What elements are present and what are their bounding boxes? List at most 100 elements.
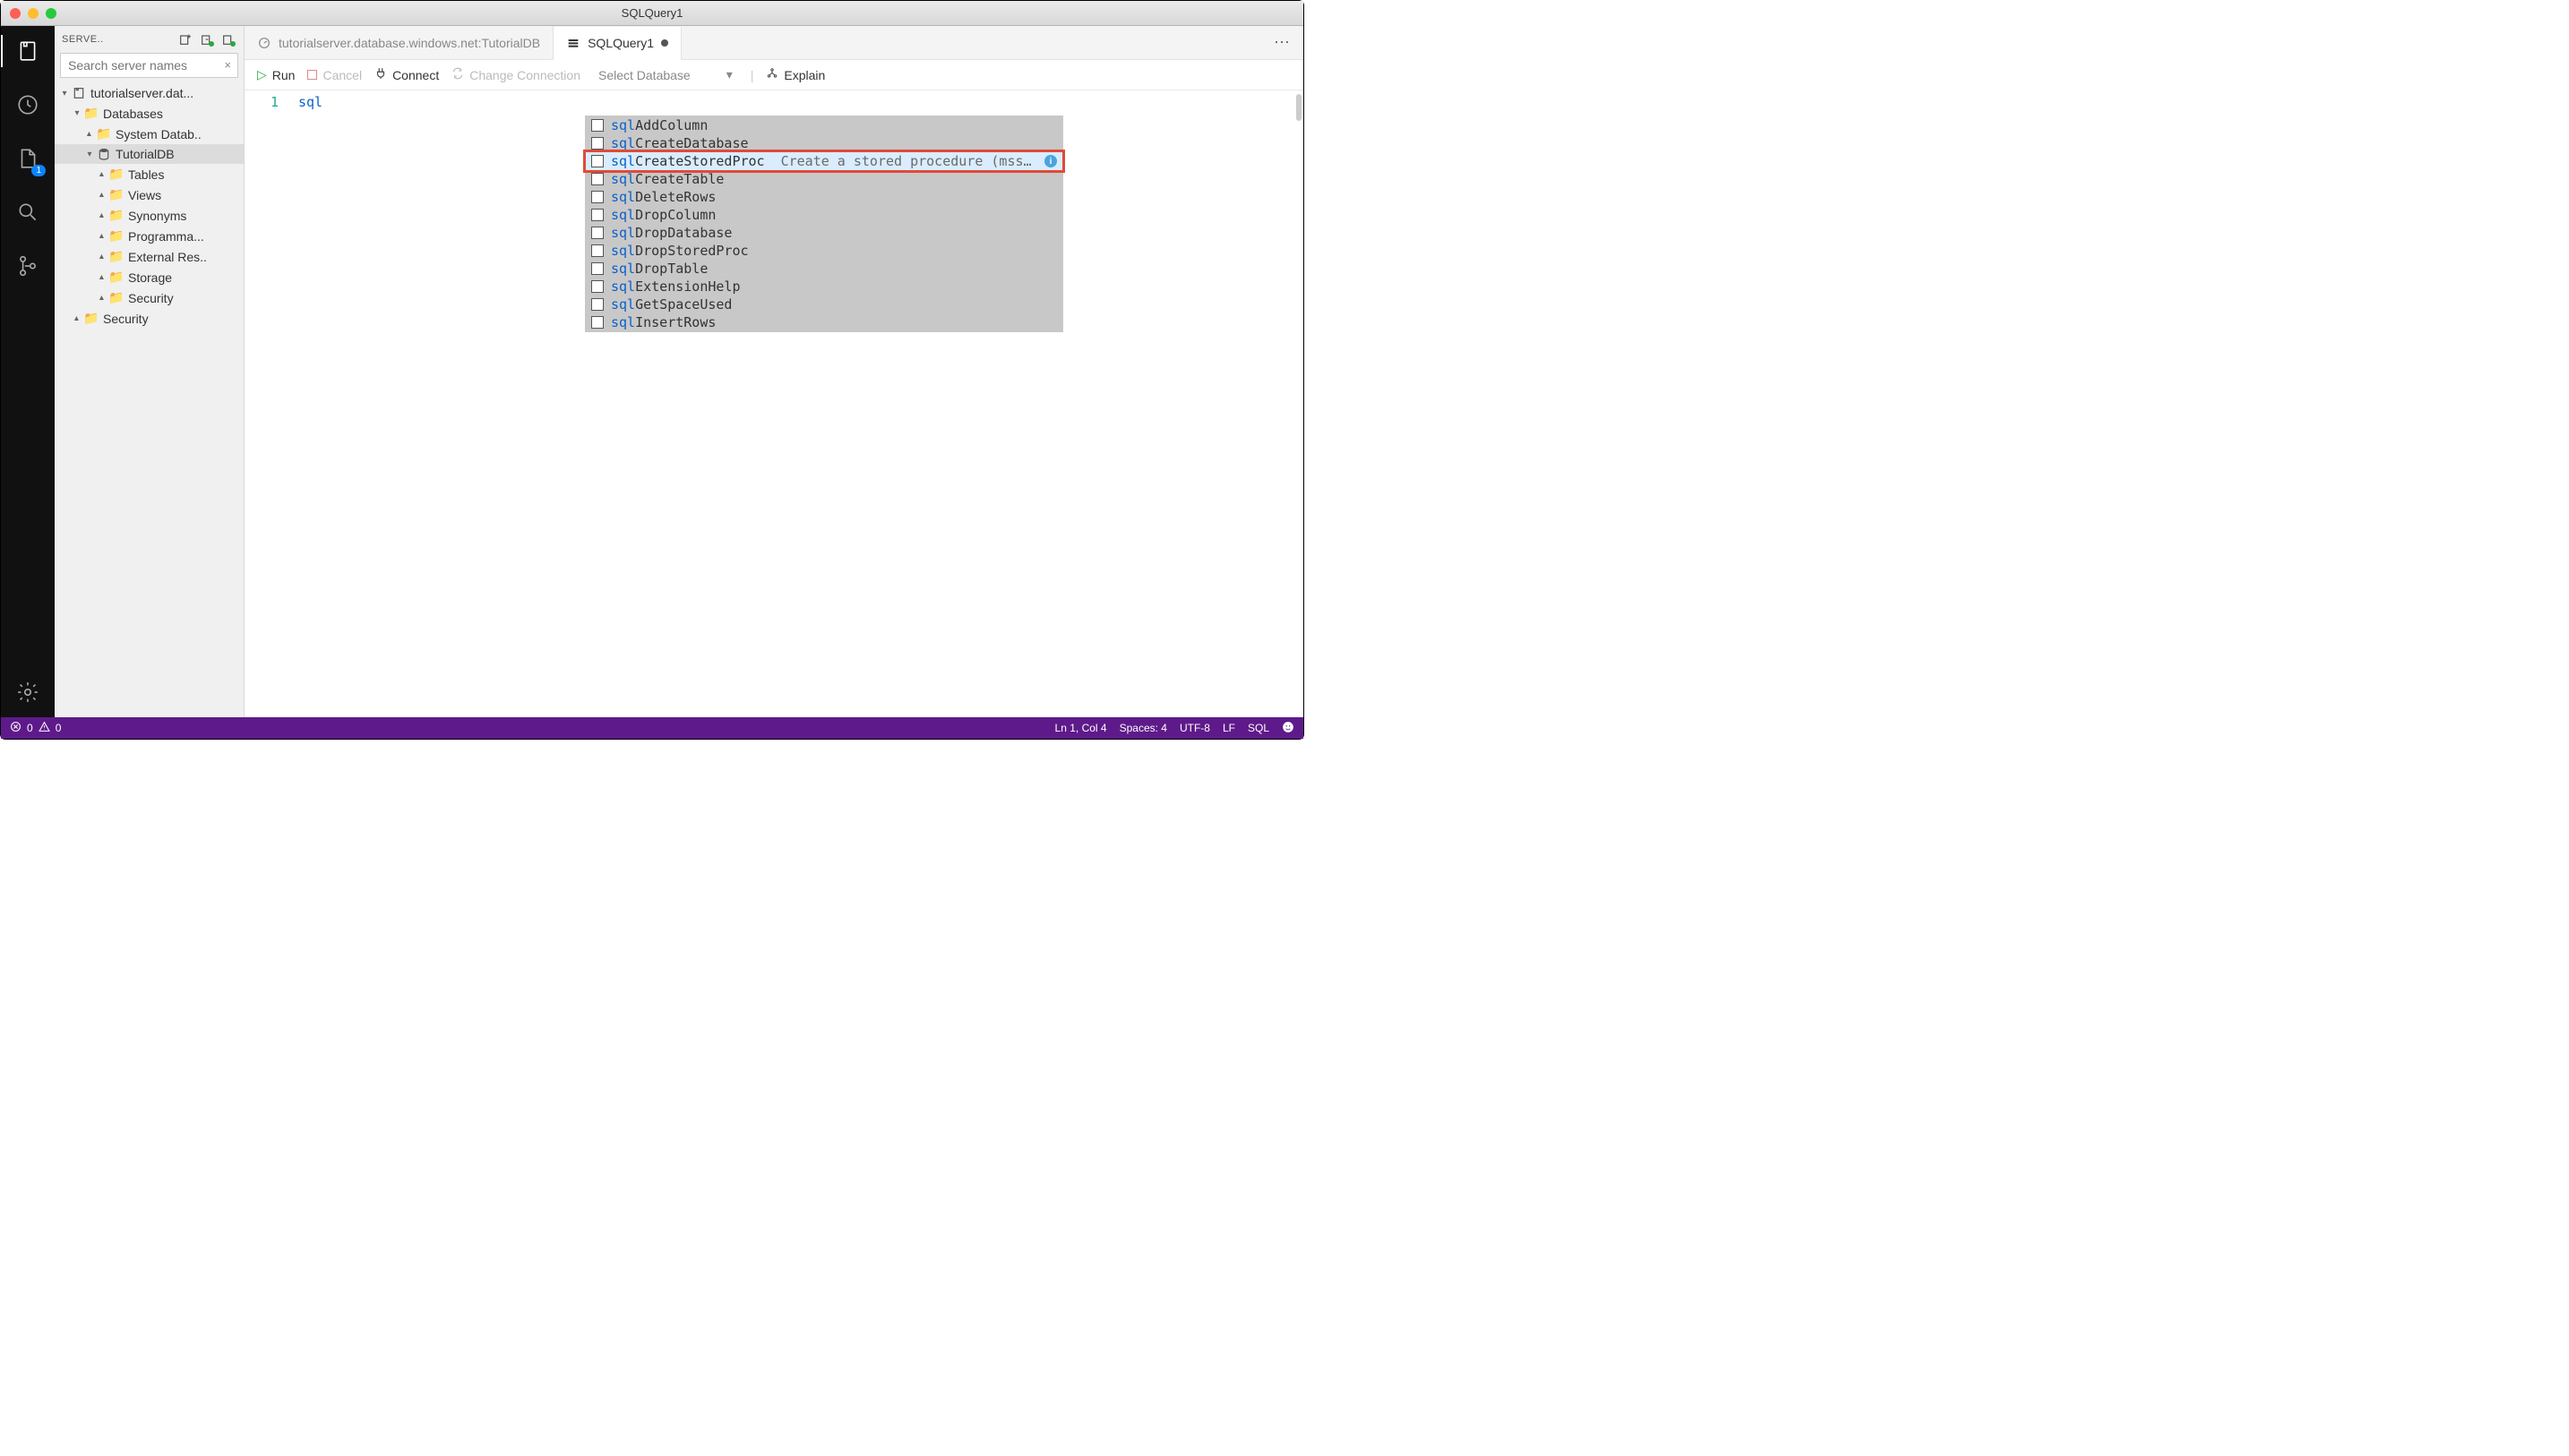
- sidebar-header: SERVE..: [55, 26, 244, 53]
- code-editor[interactable]: 1 sql sqlAddColumnsqlCreateDatabasesqlCr…: [245, 90, 1303, 717]
- status-feedback-icon[interactable]: [1282, 721, 1294, 736]
- snippet-icon: [591, 280, 604, 293]
- tree-external-resources-node[interactable]: ▸ 📁 External Res..: [55, 246, 244, 267]
- info-icon[interactable]: i: [1044, 155, 1057, 167]
- tree-server-security-node[interactable]: ▸ 📁 Security: [55, 308, 244, 329]
- snippet-icon: [591, 155, 604, 167]
- activity-history[interactable]: [12, 89, 44, 121]
- minimap-scrollbar[interactable]: [1296, 94, 1302, 121]
- suggestion-item[interactable]: sqlExtensionHelp: [586, 278, 1062, 295]
- suggestion-item[interactable]: sqlCreateTable: [586, 170, 1062, 188]
- snippet-icon: [591, 244, 604, 257]
- snippet-icon: [591, 227, 604, 239]
- new-server-group-icon[interactable]: [199, 31, 215, 47]
- status-indent[interactable]: Spaces: 4: [1120, 722, 1167, 734]
- suggestion-item[interactable]: sqlCreateDatabase: [586, 134, 1062, 152]
- traffic-lights: [1, 8, 56, 19]
- snippet-icon: [591, 119, 604, 132]
- query-file-icon: [566, 36, 580, 50]
- connect-button[interactable]: Connect: [374, 67, 439, 82]
- chevron-down-icon: ▾: [726, 67, 733, 82]
- status-eol[interactable]: LF: [1223, 722, 1235, 734]
- run-button[interactable]: ▷ Run: [257, 67, 295, 82]
- suggestion-item[interactable]: sqlAddColumn: [586, 116, 1062, 134]
- suggestion-label: sqlInsertRows: [611, 314, 716, 330]
- close-window-button[interactable]: [10, 8, 21, 19]
- suggestion-item[interactable]: sqlCreateStoredProcCreate a stored proce…: [586, 152, 1062, 170]
- server-tree: ▾ tutorialserver.dat... ▾ 📁 Databases ▸ …: [55, 83, 244, 717]
- window-titlebar: SQLQuery1: [1, 1, 1303, 26]
- warning-icon: [39, 721, 50, 735]
- snippet-icon: [591, 262, 604, 275]
- suggestion-item[interactable]: sqlDropDatabase: [586, 224, 1062, 242]
- window-title: SQLQuery1: [622, 6, 683, 20]
- snippet-icon: [591, 316, 604, 329]
- activity-settings[interactable]: [12, 676, 44, 708]
- maximize-window-button[interactable]: [46, 8, 56, 19]
- error-icon: [10, 721, 21, 735]
- clear-search-icon[interactable]: ×: [224, 58, 231, 72]
- tree-storage-node[interactable]: ▸ 📁 Storage: [55, 267, 244, 287]
- tree-db-security-node[interactable]: ▸ 📁 Security: [55, 287, 244, 308]
- tree-views-node[interactable]: ▸ 📁 Views: [55, 184, 244, 205]
- tree-system-databases-node[interactable]: ▸ 📁 System Datab..: [55, 124, 244, 144]
- status-line-col[interactable]: Ln 1, Col 4: [1055, 722, 1107, 734]
- new-connection-icon[interactable]: [177, 31, 193, 47]
- sidebar: SERVE.. × ▾ tutorialserver.dat...: [55, 26, 245, 717]
- explorer-badge: 1: [31, 165, 46, 176]
- tab-label: SQLQuery1: [588, 36, 654, 50]
- tab-overflow-button[interactable]: ⋯: [1261, 33, 1303, 52]
- change-connection-button[interactable]: Change Connection: [451, 67, 580, 82]
- suggestion-item[interactable]: sqlDropStoredProc: [586, 242, 1062, 260]
- folder-icon: 📁: [108, 270, 125, 285]
- suggestion-item[interactable]: sqlGetSpaceUsed: [586, 295, 1062, 313]
- suggestion-item[interactable]: sqlInsertRows: [586, 313, 1062, 331]
- suggestion-label: sqlDropDatabase: [611, 225, 732, 241]
- suggestion-label: sqlDeleteRows: [611, 189, 716, 205]
- activity-servers[interactable]: [12, 35, 44, 67]
- suggestion-hint: Create a stored procedure (mssq…: [781, 153, 1034, 169]
- active-connections-icon[interactable]: [220, 31, 236, 47]
- folder-icon: 📁: [108, 167, 125, 182]
- status-language[interactable]: SQL: [1248, 722, 1269, 734]
- tree-databases-node[interactable]: ▾ 📁 Databases: [55, 103, 244, 124]
- suggestion-item[interactable]: sqlDropColumn: [586, 206, 1062, 224]
- line-number: 1: [245, 94, 288, 110]
- folder-icon: 📁: [83, 106, 99, 121]
- minimize-window-button[interactable]: [28, 8, 39, 19]
- suggestion-label: sqlDropColumn: [611, 207, 716, 223]
- status-dot-icon: [230, 41, 236, 47]
- database-selector[interactable]: Select Database ▾: [593, 65, 738, 84]
- sidebar-title: SERVE..: [62, 34, 172, 45]
- suggestion-label: sqlExtensionHelp: [611, 278, 741, 295]
- explain-button[interactable]: Explain: [766, 67, 825, 82]
- tree-tutorialdb-node[interactable]: ▾ TutorialDB: [55, 144, 244, 164]
- tree-programmability-node[interactable]: ▸ 📁 Programma...: [55, 226, 244, 246]
- suggestion-label: sqlGetSpaceUsed: [611, 296, 732, 313]
- editor-area: tutorialserver.database.windows.net:Tuto…: [245, 26, 1303, 717]
- search-input[interactable]: [60, 53, 238, 78]
- code-line-1: sql: [298, 94, 1303, 110]
- server-icon: [71, 86, 87, 100]
- plug-icon: [374, 67, 387, 82]
- status-bar: 0 0 Ln 1, Col 4 Spaces: 4 UTF-8 LF SQL: [1, 717, 1303, 739]
- suggestion-item[interactable]: sqlDeleteRows: [586, 188, 1062, 206]
- toolbar-separator: |: [751, 68, 754, 82]
- tree-synonyms-node[interactable]: ▸ 📁 Synonyms: [55, 205, 244, 226]
- tab-sqlquery[interactable]: SQLQuery1: [554, 27, 682, 60]
- activity-explorer[interactable]: 1: [12, 142, 44, 175]
- folder-icon: 📁: [108, 290, 125, 305]
- suggestion-item[interactable]: sqlDropTable: [586, 260, 1062, 278]
- editor-toolbar: ▷ Run Cancel Connect Change Connection S…: [245, 60, 1303, 90]
- status-problems[interactable]: 0 0: [10, 721, 61, 735]
- activity-search[interactable]: [12, 196, 44, 228]
- database-icon: [96, 147, 112, 161]
- suggestion-label: sqlCreateTable: [611, 171, 724, 187]
- status-encoding[interactable]: UTF-8: [1180, 722, 1210, 734]
- cancel-button[interactable]: Cancel: [307, 68, 362, 82]
- tree-server-node[interactable]: ▾ tutorialserver.dat...: [55, 83, 244, 103]
- suggestion-label: sqlDropStoredProc: [611, 243, 749, 259]
- tree-tables-node[interactable]: ▸ 📁 Tables: [55, 164, 244, 184]
- tab-server-dashboard[interactable]: tutorialserver.database.windows.net:Tuto…: [245, 26, 554, 59]
- activity-source-control[interactable]: [12, 250, 44, 282]
